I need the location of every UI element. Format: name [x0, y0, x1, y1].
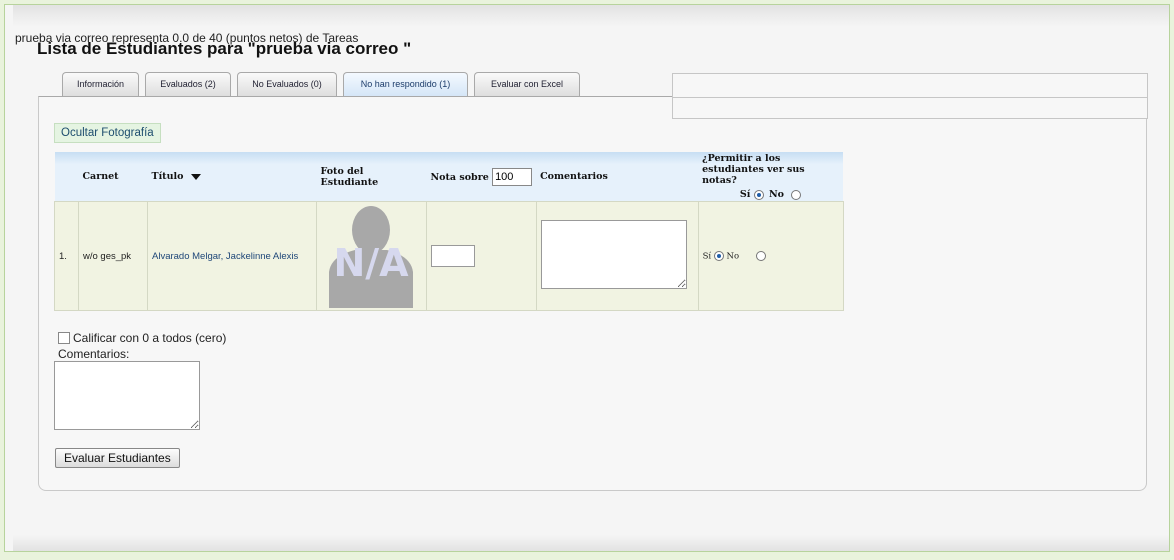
grade-input[interactable] [431, 245, 475, 267]
permitir-header-label: ¿Permitir a los estudiantes ver sus nota… [702, 153, 805, 186]
permitir-no-radio[interactable] [755, 250, 766, 261]
table-row: 1. w/o ges_pk Alvarado Melgar, Jackelinn… [54, 201, 844, 311]
zero-all-checkbox[interactable] [58, 331, 70, 344]
permitir-all-si-radio[interactable] [753, 189, 764, 200]
tab-no-evaluados[interactable]: No Evaluados (0) [237, 72, 337, 96]
zero-all-label: Calificar con 0 a todos (cero) [73, 331, 227, 345]
permitir-si-radio[interactable] [713, 250, 724, 261]
permitir-header: ¿Permitir a los estudiantes ver sus nota… [698, 152, 844, 202]
tab-evaluados[interactable]: Evaluados (2) [145, 72, 231, 96]
general-comments-label: Comentarios: [58, 347, 130, 361]
evaluar-estudiantes-button[interactable]: Evaluar Estudiantes [55, 448, 180, 468]
info-divider [673, 97, 1147, 98]
row-grade [426, 201, 537, 311]
row-student-name: Alvarado Melgar, Jackelinne Alexis [147, 201, 317, 311]
sort-down-icon [190, 173, 201, 180]
photo-na-text: N/A [333, 241, 409, 285]
nota-max-input[interactable] [492, 167, 533, 186]
student-name-link[interactable]: Alvarado Melgar, Jackelinne Alexis [152, 251, 298, 262]
comentarios-header: Comentarios [536, 152, 699, 202]
general-comment-input[interactable] [54, 361, 200, 430]
permitir-all-si-label: Sí [739, 189, 751, 200]
student-comment-input[interactable] [540, 220, 687, 289]
titulo-header-label: Título [151, 171, 184, 182]
carnet-header: Carnet [78, 152, 148, 202]
bottom-bar [13, 535, 1169, 551]
placeholder-silhouette-icon: N/A [321, 204, 421, 308]
top-bar [13, 5, 1169, 27]
permitir-all-no-radio[interactable] [791, 189, 802, 200]
tab-evaluar-excel[interactable]: Evaluar con Excel [474, 72, 580, 96]
nota-header-label: Nota sobre [430, 171, 489, 183]
info-box [672, 73, 1148, 119]
tab-informacion[interactable]: Información [62, 72, 139, 96]
permitir-all-no-label: No [768, 189, 784, 200]
row-permitir: Sí No [697, 201, 844, 311]
tab-no-han-respondido[interactable]: No han respondido (1) [343, 72, 468, 96]
row-index: 1. [54, 201, 79, 311]
permitir-header-options: Sí No [702, 189, 839, 200]
student-photo: N/A [321, 204, 421, 308]
foto-header: Foto del Estudiante [316, 152, 427, 202]
index-header [54, 152, 79, 202]
row-comment [535, 201, 699, 311]
info-text: prueba via correo representa 0.0 de 40 (… [15, 31, 359, 45]
hide-photo-button[interactable]: Ocultar Fotografía [54, 123, 161, 143]
students-table: Carnet Título Foto del Estudiante Nota s… [54, 152, 844, 311]
zero-all-control: Calificar con 0 a todos (cero) [58, 331, 226, 345]
titulo-header[interactable]: Título [147, 152, 317, 202]
row-carnet: w/o ges_pk [78, 201, 148, 311]
permitir-no-label: No [726, 251, 740, 262]
permitir-si-label: Sí [702, 251, 712, 262]
nota-header: Nota sobre [426, 152, 537, 202]
row-photo: N/A [316, 201, 427, 311]
